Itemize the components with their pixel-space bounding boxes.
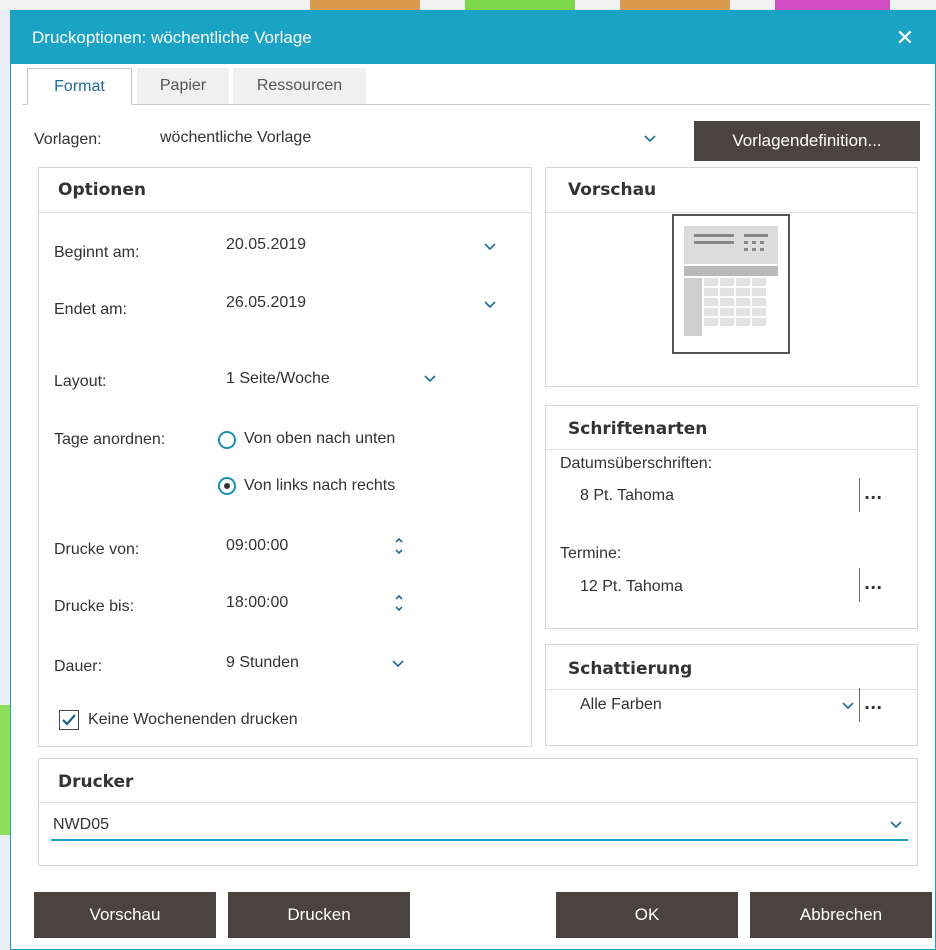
printer-panel — [38, 758, 918, 866]
no-weekends-checkbox[interactable] — [59, 710, 79, 730]
shading-more-button[interactable]: ... — [864, 694, 882, 713]
start-date-label: Beginnt am: — [54, 244, 140, 261]
divider — [546, 449, 917, 450]
radio-label: Von oben nach unten — [244, 430, 396, 447]
background-segment — [0, 705, 10, 835]
layout-label: Layout: — [54, 373, 107, 390]
printer-heading: Drucker — [58, 772, 134, 792]
chevron-down-icon[interactable] — [388, 653, 408, 673]
end-date-label: Endet am: — [54, 301, 127, 318]
radio-label: Von links nach rechts — [244, 477, 396, 494]
tab-label: Format — [54, 78, 105, 95]
end-date-field[interactable]: 26.05.2019 — [226, 294, 306, 312]
divider — [546, 212, 917, 213]
radio-left-to-right[interactable] — [218, 477, 236, 495]
template-select[interactable]: wöchentliche Vorlage — [160, 129, 311, 147]
calendar-preview-icon — [672, 214, 790, 354]
options-heading: Optionen — [58, 180, 146, 200]
date-headings-font-button[interactable]: ... — [864, 484, 882, 503]
print-to-label: Drucke bis: — [54, 598, 135, 615]
tab-label: Papier — [159, 77, 207, 94]
divider — [859, 688, 860, 722]
printer-select-underline — [51, 839, 908, 841]
tab-label: Ressourcen — [256, 77, 343, 94]
spinner-icon[interactable] — [392, 533, 406, 559]
appointments-label: Termine: — [560, 545, 622, 562]
chevron-down-icon[interactable] — [838, 695, 858, 715]
layout-select[interactable]: 1 Seite/Woche — [226, 370, 330, 388]
template-definition-button[interactable]: Vorlagendefinition... — [694, 121, 920, 161]
no-weekends-label: Keine Wochenenden drucken — [88, 711, 298, 728]
background-segment — [775, 0, 890, 10]
background-segment — [620, 0, 730, 10]
duration-select[interactable]: 9 Stunden — [226, 654, 299, 672]
duration-label: Dauer: — [54, 658, 103, 675]
preview-heading: Vorschau — [568, 180, 657, 200]
divider — [859, 478, 860, 512]
spinner-icon[interactable] — [392, 590, 406, 616]
print-button[interactable]: Drucken — [228, 892, 410, 938]
chevron-down-icon[interactable] — [886, 814, 906, 834]
shading-select[interactable]: Alle Farben — [580, 696, 662, 714]
print-from-label: Drucke von: — [54, 541, 140, 558]
date-headings-label: Datumsüberschriften: — [560, 455, 713, 472]
tab-ressourcen[interactable]: Ressourcen — [233, 68, 366, 104]
divider — [39, 212, 531, 213]
appointments-font-button[interactable]: ... — [864, 574, 882, 593]
window-title: Druckoptionen: wöchentliche Vorlage — [32, 28, 312, 47]
tab-papier[interactable]: Papier — [137, 68, 229, 104]
cancel-button[interactable]: Abbrechen — [750, 892, 932, 938]
shading-heading: Schattierung — [568, 659, 693, 679]
template-label: Vorlagen: — [34, 131, 102, 148]
ok-button[interactable]: OK — [556, 892, 738, 938]
fonts-heading: Schriftenarten — [568, 419, 708, 439]
divider — [39, 802, 917, 803]
print-from-field[interactable]: 09:00:00 — [226, 537, 288, 555]
appointments-font: 12 Pt. Tahoma — [580, 578, 683, 595]
chevron-down-icon[interactable] — [480, 294, 500, 314]
chevron-down-icon[interactable] — [420, 368, 440, 388]
divider — [859, 568, 860, 602]
date-headings-font: 8 Pt. Tahoma — [580, 487, 674, 504]
background-segment — [465, 0, 575, 10]
close-icon[interactable]: ✕ — [893, 27, 917, 51]
background-segment — [310, 0, 420, 10]
tab-format[interactable]: Format — [27, 68, 132, 105]
chevron-down-icon[interactable] — [480, 236, 500, 256]
radio-top-to-bottom[interactable] — [218, 431, 236, 449]
preview-button[interactable]: Vorschau — [34, 892, 216, 938]
printer-select[interactable]: NWD05 — [53, 816, 109, 834]
divider — [546, 689, 917, 690]
chevron-down-icon[interactable] — [640, 128, 660, 148]
start-date-field[interactable]: 20.05.2019 — [226, 236, 306, 254]
print-to-field[interactable]: 18:00:00 — [226, 594, 288, 612]
arrange-days-label: Tage anordnen: — [54, 431, 166, 448]
